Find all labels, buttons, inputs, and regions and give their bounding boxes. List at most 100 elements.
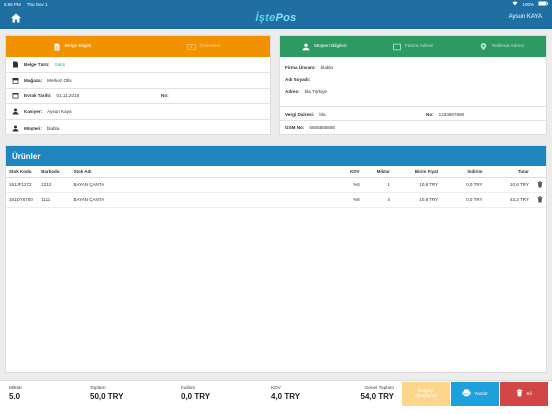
quantity-value: 5.0 xyxy=(9,392,21,401)
app-logo: İştePos xyxy=(0,12,552,24)
customer-row[interactable]: Müşteri: blabla xyxy=(6,120,270,136)
tax-office-value: bla xyxy=(319,112,326,117)
print-label: Yazdır xyxy=(474,391,488,397)
store-icon xyxy=(12,77,19,84)
vat-total: KDV 4,0 TRY xyxy=(271,386,300,401)
tax-no-label: No: xyxy=(426,112,434,117)
table-header-row: Stok Kodu Barkodu Stok Adı KDV Miktar Bi… xyxy=(6,166,546,178)
date-label: Evrak Tarihi: xyxy=(24,93,52,99)
status-bar: 5:56 PM Thu Nov 1 100% xyxy=(0,0,552,8)
navbar: İştePos Aysun KAYA xyxy=(0,8,552,29)
document-icon xyxy=(12,61,19,68)
tab-teslimat-adresi[interactable]: Teslimat Adresi xyxy=(457,36,546,57)
cell-kdv: %8 xyxy=(334,192,363,208)
person-icon xyxy=(12,125,19,132)
customer-info-panel: Müşteri Bilgileri Fatura Adresi Teslimat… xyxy=(279,35,547,135)
customer-tabs: Müşteri Bilgileri Fatura Adresi Teslimat… xyxy=(280,36,546,57)
location-pin-icon xyxy=(480,42,488,51)
products-panel: Ürünler Stok Kodu Barkodu Stok Adı KDV M… xyxy=(5,145,547,373)
subtotal-value: 50,0 TRY xyxy=(90,392,124,401)
printer-icon xyxy=(462,389,471,399)
gsm-label: GSM No: xyxy=(285,125,305,130)
company-label: Firma Ünvanı: xyxy=(285,65,316,70)
col-discount: İndirim xyxy=(441,166,486,178)
person-icon xyxy=(12,108,19,115)
tax-no-row: No: 1234567890 xyxy=(426,112,464,117)
tax-no-value: 1234567890 xyxy=(438,112,465,117)
vat-label: KDV xyxy=(271,386,281,391)
store-row[interactable]: Mağaza: Merkez Ofis xyxy=(6,73,270,89)
tab-fatura-adresi[interactable]: Fatura Adresi xyxy=(369,36,458,57)
products-title: Ürünler xyxy=(6,146,546,166)
col-kdv: KDV xyxy=(334,166,363,178)
doc-type-label: Belge Türü: xyxy=(24,61,50,67)
cell-total: 10,8 TRY xyxy=(485,177,532,193)
store-value: Merkez Ofis xyxy=(47,77,72,83)
print-button[interactable]: Yazdır xyxy=(451,382,499,406)
cashier-row[interactable]: Kasiyer: Aysun Kaya xyxy=(6,104,270,121)
tab-odemeler[interactable]: Ödemeler xyxy=(138,36,270,57)
calendar-icon xyxy=(12,92,19,99)
trash-icon[interactable] xyxy=(537,180,543,188)
gsm-value: 5555555555 xyxy=(309,125,335,130)
vat-value: 4,0 TRY xyxy=(271,392,301,401)
person-icon xyxy=(302,43,310,51)
tab-belge-bilgisi[interactable]: Belge Bilgisi xyxy=(6,36,138,57)
tab-musteri-bilgileri[interactable]: Müşteri Bilgileri xyxy=(280,36,369,57)
approve-document-button[interactable]: Belgeyi Onaylama xyxy=(402,382,450,406)
trash-icon[interactable] xyxy=(537,195,543,203)
address-row: Adres: bla Türkiye xyxy=(285,89,327,94)
cell-barcode: 1111 xyxy=(38,192,71,208)
cell-kdv: %8 xyxy=(334,177,363,193)
doc-type-value: Satış xyxy=(54,61,65,67)
cell-total: 43,2 TRY xyxy=(485,192,532,208)
customer-label: Müşteri: xyxy=(24,125,42,131)
trash-icon xyxy=(516,389,523,399)
footer-totals: Miktar 5.0 Toplam 50,0 TRY İndirim 0,0 T… xyxy=(0,380,552,414)
total-quantity: Miktar 5.0 xyxy=(9,386,22,401)
cell-stock-name: BAYAN ÇANTA xyxy=(70,192,335,208)
wifi-icon xyxy=(512,1,518,7)
discount-value: 0,0 TRY xyxy=(181,392,211,401)
approve-label-line2: Onaylama xyxy=(415,394,437,399)
cell-quantity: 4 xyxy=(362,192,393,208)
address-label: Adres: xyxy=(285,89,300,94)
cashier-label: Kasiyer: xyxy=(24,109,43,115)
col-unit-price: Birim Fiyat xyxy=(392,166,442,178)
payment-icon xyxy=(187,43,197,51)
doc-no-label: No: xyxy=(161,93,169,99)
table-row[interactable]: 161JF1272 1212 BAYAN ÇANTA %8 1 10,8 TRY… xyxy=(6,177,546,193)
user-name[interactable]: Aysun KAYA xyxy=(509,14,542,20)
company-row: Firma Ünvanı: blabla xyxy=(285,65,333,70)
table-row[interactable]: 161DY6700 1111 BAYAN ÇANTA %8 4 10,8 TRY… xyxy=(6,192,546,208)
col-quantity: Miktar xyxy=(362,166,393,178)
address-value: bla Türkiye xyxy=(304,89,327,94)
grand-total-label: Genel Toplam xyxy=(364,386,394,391)
col-stock-name: Stok Adı xyxy=(70,166,335,178)
store-label: Mağaza: xyxy=(24,77,43,83)
tab-label: Ödemeler xyxy=(199,44,221,49)
logo-text-a: İşte xyxy=(255,12,276,24)
cashier-value: Aysun Kaya xyxy=(47,109,72,115)
tax-office-row: Vergi Dairesi: bla xyxy=(285,112,326,117)
subtotal-label: Toplam xyxy=(90,386,106,391)
name-row: Adı Soyadı: xyxy=(285,77,315,82)
customer-value: blabla xyxy=(46,125,60,131)
date-value: 01.11.2018 xyxy=(56,93,80,99)
date-row[interactable]: Evrak Tarihi: 01.11.2018 No: xyxy=(6,89,270,105)
tab-label: Belge Bilgisi xyxy=(64,44,92,49)
subtotal: Toplam 50,0 TRY xyxy=(90,386,124,401)
products-table: Stok Kodu Barkodu Stok Adı KDV Miktar Bi… xyxy=(6,166,546,208)
battery-percent: 100% xyxy=(522,1,534,7)
delete-button[interactable]: Sil xyxy=(500,382,548,406)
cell-stock-name: BAYAN ÇANTA xyxy=(70,177,335,193)
discount-total: İndirim 0,0 TRY xyxy=(181,386,210,401)
battery-icon xyxy=(538,1,548,7)
logo-text-b: Pos xyxy=(275,12,297,24)
doc-type-row[interactable]: Belge Türü: Satış xyxy=(6,57,270,73)
cell-stock-code: 161DY6700 xyxy=(6,192,39,208)
cell-unit-price: 10,8 TRY xyxy=(392,192,442,208)
status-date: Thu Nov 1 xyxy=(26,1,48,7)
quantity-label: Miktar xyxy=(9,386,23,391)
grand-total-value: 54,0 TRY xyxy=(360,392,395,401)
